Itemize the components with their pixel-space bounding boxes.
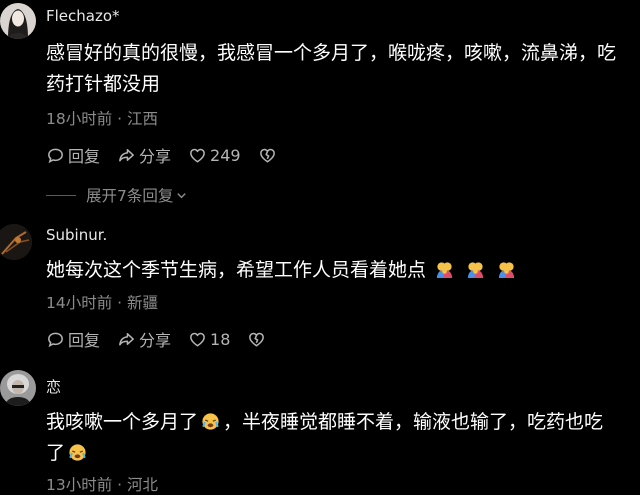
dislike-button[interactable] bbox=[258, 146, 277, 165]
comment-text-body: 她每次这个季节生病，希望工作人员看着她点 bbox=[46, 259, 427, 281]
heart-icon bbox=[190, 332, 205, 346]
like-count: 249 bbox=[210, 145, 241, 165]
avatar[interactable] bbox=[0, 370, 36, 406]
chevron-down-icon bbox=[177, 192, 187, 198]
heart-icon bbox=[190, 148, 205, 162]
share-arrow-icon bbox=[119, 148, 134, 161]
comment-text: 我咳嗽一个多月了 ，半夜睡觉都睡不着，输液也输了，吃药也吃了 bbox=[46, 407, 618, 469]
reply-button[interactable]: 回复 bbox=[46, 143, 100, 167]
reply-label: 回复 bbox=[68, 147, 101, 166]
expand-label: 展开7条回复 bbox=[86, 187, 174, 205]
username[interactable]: Subinur. bbox=[46, 226, 107, 244]
username[interactable]: Flechazo* bbox=[46, 7, 120, 25]
comment-meta: 13小时前 · 河北 bbox=[46, 473, 158, 495]
share-button[interactable]: 分享 bbox=[117, 327, 171, 351]
expand-divider bbox=[46, 194, 76, 196]
action-bar: 回复 分享 249 bbox=[46, 143, 294, 167]
broken-heart-icon bbox=[249, 332, 265, 346]
share-label: 分享 bbox=[139, 331, 172, 350]
like-button[interactable]: 18 bbox=[188, 330, 230, 349]
crying-face-emoji bbox=[202, 413, 219, 430]
username[interactable]: 恋 bbox=[46, 376, 61, 397]
crying-face-emoji bbox=[69, 444, 86, 461]
timestamp: 18小时前 bbox=[46, 110, 113, 128]
timestamp: 14小时前 bbox=[46, 294, 113, 312]
share-label: 分享 bbox=[139, 147, 172, 166]
couple-hug-emoji bbox=[436, 262, 453, 279]
avatar[interactable] bbox=[0, 224, 32, 260]
share-arrow-icon bbox=[119, 332, 134, 345]
reply-label: 回复 bbox=[68, 331, 101, 350]
reply-bubble-icon bbox=[48, 332, 63, 347]
share-button[interactable]: 分享 bbox=[117, 143, 171, 167]
couple-hug-emoji bbox=[499, 262, 515, 279]
like-count: 18 bbox=[210, 329, 231, 349]
couple-hug-emoji bbox=[468, 262, 484, 279]
location: 河北 bbox=[127, 476, 159, 494]
meta-separator: · bbox=[112, 476, 128, 494]
reply-bubble-icon bbox=[48, 148, 63, 163]
location: 江西 bbox=[127, 110, 159, 128]
comment-text: 感冒好的真的很慢，我感冒一个多月了，喉咙疼，咳嗽，流鼻涕，吃药打针都没用 bbox=[46, 42, 617, 95]
dislike-button[interactable] bbox=[247, 330, 266, 349]
reply-button[interactable]: 回复 bbox=[46, 327, 100, 351]
meta-separator: · bbox=[112, 110, 128, 128]
avatar[interactable] bbox=[0, 3, 36, 39]
broken-heart-icon bbox=[259, 148, 275, 162]
expand-replies-button[interactable]: 展开7条回复 bbox=[46, 184, 188, 206]
comment-meta: 14小时前 · 新疆 bbox=[46, 291, 158, 313]
timestamp: 13小时前 bbox=[46, 476, 113, 494]
comment-meta: 18小时前 · 江西 bbox=[46, 107, 158, 129]
comment-text-part1: 我咳嗽一个多月了 bbox=[46, 411, 199, 433]
action-bar: 回复 分享 18 bbox=[46, 327, 283, 351]
like-button[interactable]: 249 bbox=[188, 146, 241, 165]
meta-separator: · bbox=[112, 294, 128, 312]
comment-text: 她每次这个季节生病，希望工作人员看着她点 bbox=[46, 255, 626, 286]
location: 新疆 bbox=[127, 294, 159, 312]
